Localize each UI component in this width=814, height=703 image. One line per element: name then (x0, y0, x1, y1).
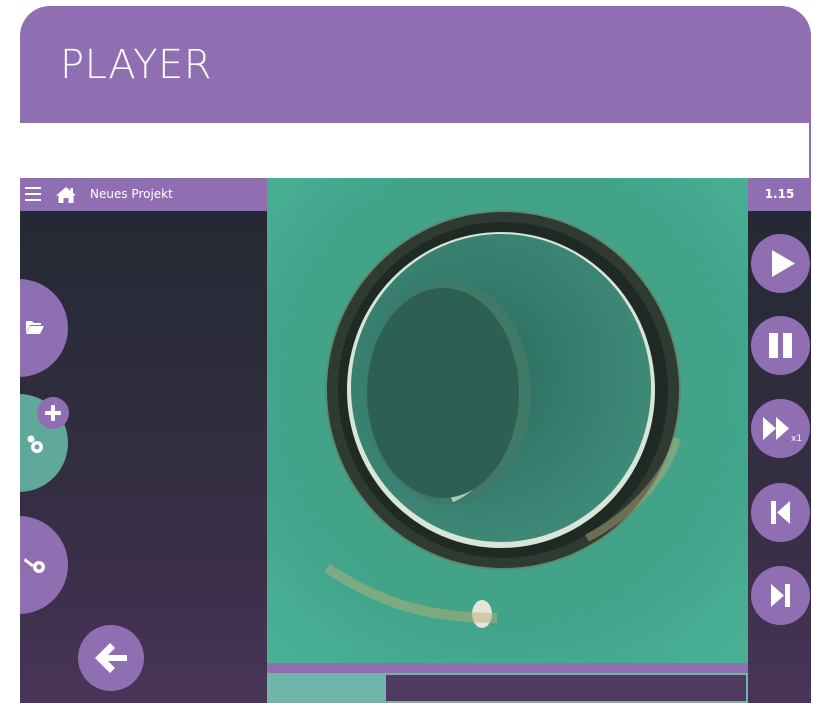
back-button[interactable] (78, 625, 144, 691)
pipe-camera-icon (24, 558, 45, 573)
playback-progress-bar[interactable] (267, 673, 748, 703)
plus-badge[interactable] (37, 397, 69, 429)
fast-forward-button[interactable]: x1 (751, 399, 810, 458)
folder-open-icon (26, 321, 44, 334)
play-icon (772, 250, 795, 277)
pipe-video-frame (267, 178, 748, 663)
skip-forward-button[interactable] (751, 566, 810, 625)
pause-button[interactable] (751, 316, 810, 375)
skip-back-button[interactable] (751, 483, 810, 542)
skip-back-icon (771, 501, 790, 524)
open-project-button[interactable] (20, 279, 68, 377)
plus-icon (45, 405, 61, 421)
arrow-left-icon (95, 643, 127, 673)
top-bar: Neues Projekt (20, 178, 267, 211)
player-app: Neues Projekt 1.15 x1 (20, 178, 811, 703)
app-frame: PLAYER Neues Projekt 1.15 x1 (20, 6, 811, 703)
project-title: Neues Projekt (90, 187, 173, 201)
home-icon[interactable] (55, 186, 77, 204)
video-view[interactable] (267, 178, 748, 663)
pause-icon (769, 333, 792, 358)
header-spacer (20, 123, 809, 178)
speed-label: x1 (791, 434, 802, 444)
page-title: PLAYER (60, 42, 213, 88)
left-panel: Neues Projekt (20, 178, 267, 703)
pipe-camera-add-icon (27, 435, 43, 453)
skip-forward-icon (771, 584, 790, 607)
progress-fill (269, 675, 386, 701)
play-button[interactable] (751, 234, 810, 293)
version-label: 1.15 (748, 178, 811, 211)
camera-button[interactable] (20, 516, 68, 614)
fast-forward-icon: x1 (763, 417, 802, 444)
hamburger-menu-icon[interactable] (25, 187, 41, 201)
